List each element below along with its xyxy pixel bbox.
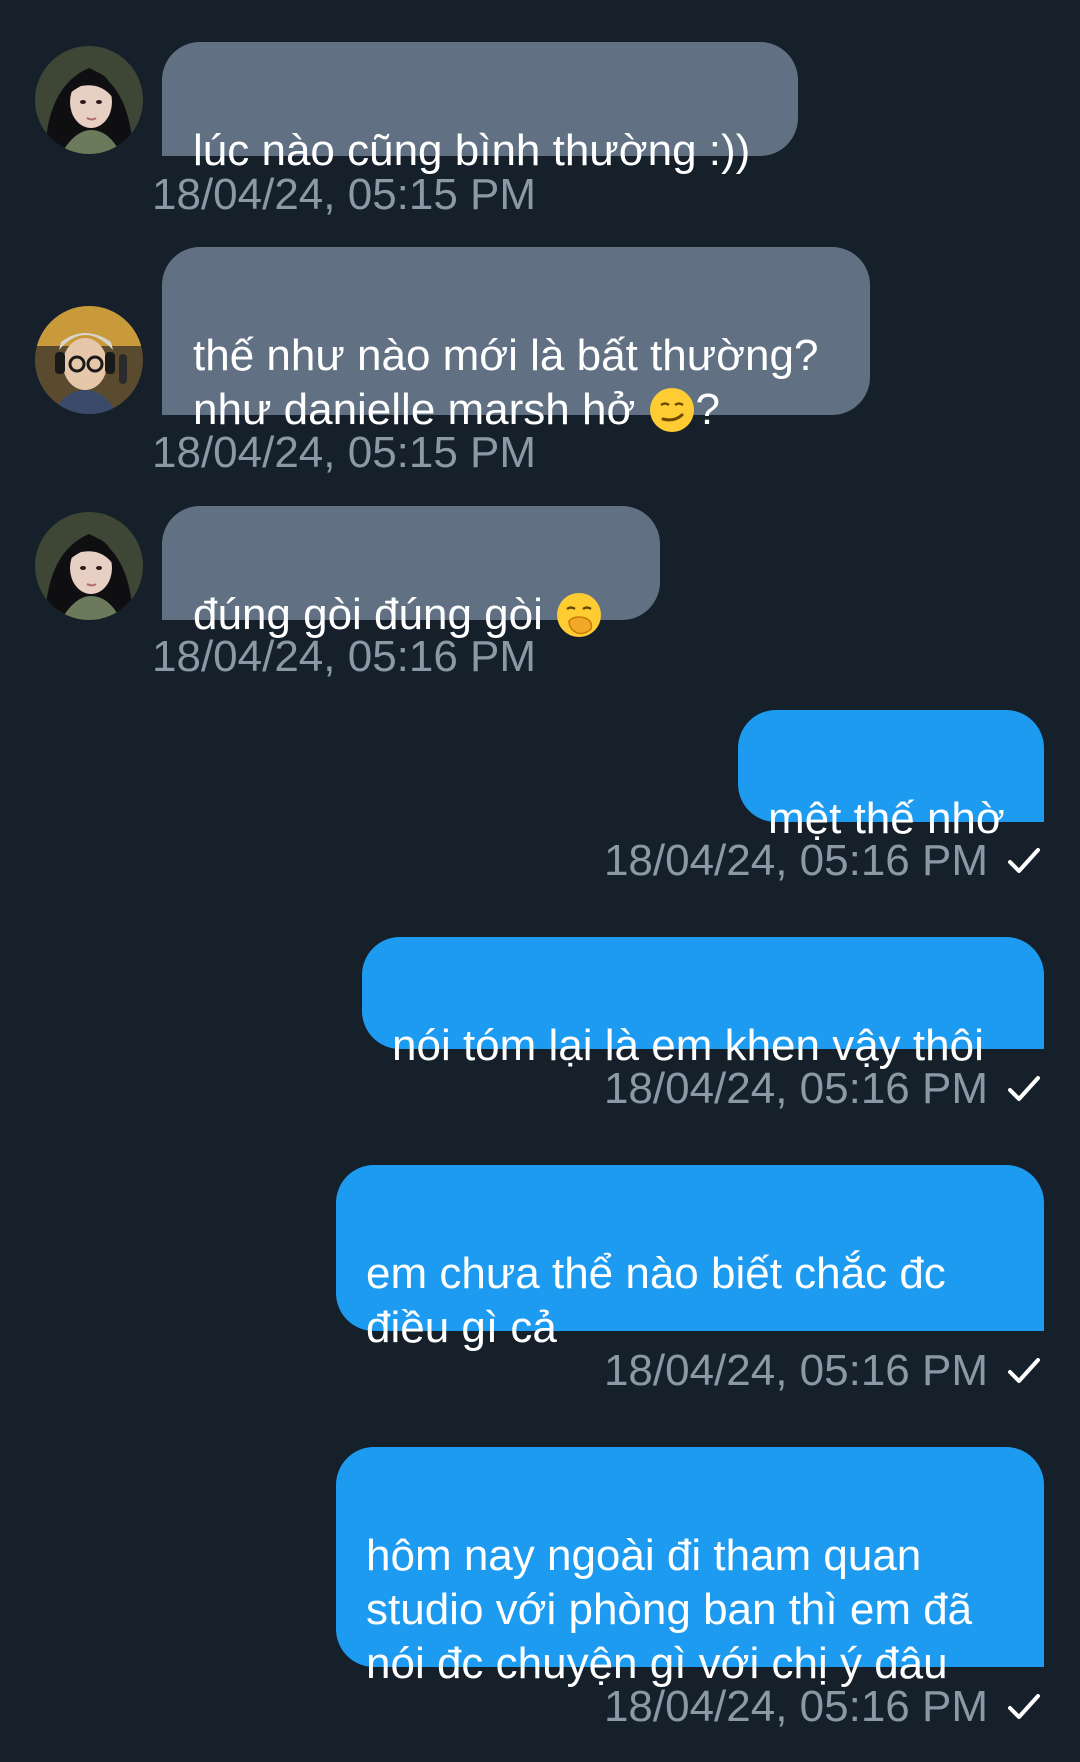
face-with-hand-over-mouth-emoji: [557, 593, 602, 637]
message-bubble-outgoing[interactable]: mệt thế nhờ: [738, 710, 1044, 843]
message-timestamp: 18/04/24, 05:16 PM: [603, 1682, 988, 1731]
message-timestamp: 18/04/24, 05:15 PM: [152, 428, 537, 477]
smirking-face-emoji: [649, 388, 694, 432]
message-bubble-incoming[interactable]: lúc nào cũng bình thường :)): [162, 42, 798, 175]
sender-avatar[interactable]: [35, 46, 143, 154]
message-timestamp: 18/04/24, 05:16 PM: [603, 836, 988, 885]
message-timestamp: 18/04/24, 05:16 PM: [152, 632, 537, 681]
message-text: thế như nào mới là bất thường? như danie…: [193, 331, 819, 434]
sent-check-icon: [1008, 1076, 1040, 1101]
message-bubble-outgoing[interactable]: nói tóm lại là em khen vậy thôi: [362, 937, 1044, 1070]
message-timestamp: 18/04/24, 05:16 PM: [603, 1346, 988, 1395]
message-meta: 18/04/24, 05:16 PM: [604, 1346, 1044, 1396]
chat-thread: lúc nào cũng bình thường :)) 18/04/24, 0…: [0, 0, 1080, 1762]
message-text-suffix: ?: [695, 385, 721, 434]
message-timestamp: 18/04/24, 05:15 PM: [152, 170, 537, 219]
message-bubble-outgoing[interactable]: em chưa thể nào biết chắc đc điều gì cả: [336, 1165, 1044, 1352]
avatar-headphones-glasses: [35, 306, 143, 414]
message-meta: 18/04/24, 05:16 PM: [604, 1682, 1044, 1732]
avatar-female-long-hair: [35, 46, 143, 154]
message-meta: 18/04/24, 05:16 PM: [604, 1064, 1044, 1114]
sent-check-icon: [1008, 1694, 1040, 1719]
message-bubble-outgoing[interactable]: hôm nay ngoài đi tham quan studio với ph…: [336, 1447, 1044, 1688]
message-text: hôm nay ngoài đi tham quan studio với ph…: [366, 1531, 973, 1688]
avatar-female-long-hair: [35, 512, 143, 620]
sent-check-icon: [1008, 848, 1040, 873]
message-text: lúc nào cũng bình thường :)): [193, 126, 751, 175]
message-text: nói tóm lại là em khen vậy thôi: [392, 1021, 984, 1070]
message-bubble-incoming[interactable]: đúng gòi đúng gòi: [162, 506, 660, 639]
sender-avatar[interactable]: [35, 512, 143, 620]
message-text: em chưa thể nào biết chắc đc điều gì cả: [366, 1249, 946, 1352]
sent-check-icon: [1008, 1358, 1040, 1383]
message-bubble-incoming[interactable]: thế như nào mới là bất thường? như danie…: [162, 247, 870, 434]
message-timestamp: 18/04/24, 05:16 PM: [603, 1064, 988, 1113]
sender-avatar[interactable]: [35, 306, 143, 414]
message-meta: 18/04/24, 05:16 PM: [604, 836, 1044, 886]
